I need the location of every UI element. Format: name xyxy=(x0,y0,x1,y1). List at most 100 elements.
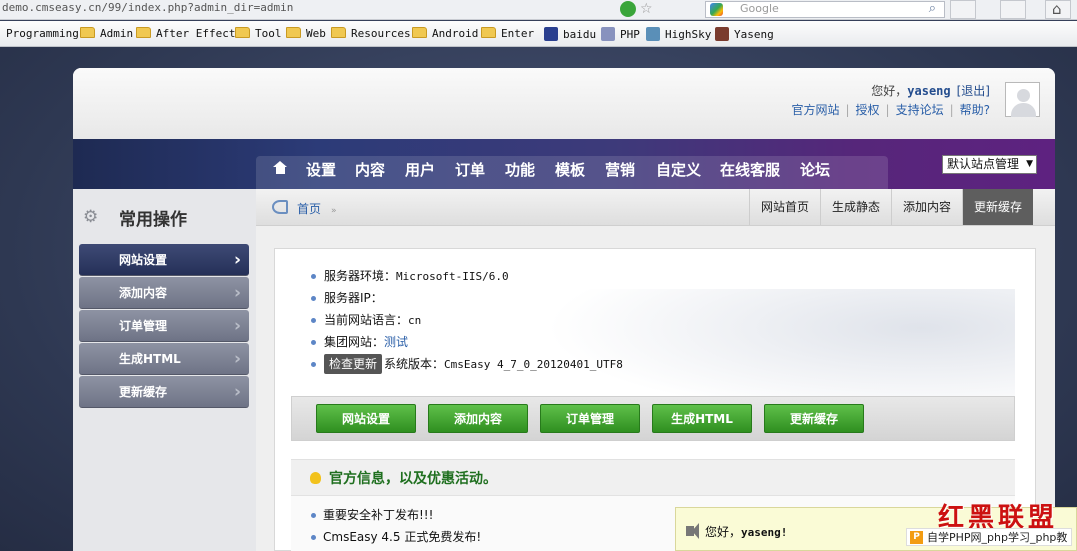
tab-add-content[interactable]: 添加内容 xyxy=(891,189,962,225)
breadcrumb: 首页 » xyxy=(297,200,337,217)
greeting-text: 您好， xyxy=(871,84,908,98)
nav-item-orders[interactable]: 订单 xyxy=(455,159,485,180)
tab-update-cache[interactable]: 更新缓存 xyxy=(962,189,1033,225)
official-site-link[interactable]: 官方网站 xyxy=(791,103,839,117)
admin-top-bar: 您好，yaseng [退出] 官方网站 | 授权 | 支持论坛 | 帮助? xyxy=(73,68,1055,139)
sidebar-item-label: 更新缓存 xyxy=(119,385,168,399)
google-icon xyxy=(710,3,723,16)
sidebar-item-orders[interactable]: 订单管理 › xyxy=(79,310,249,342)
bookmark-item[interactable]: Resources xyxy=(331,27,411,40)
sidebar-item-update-cache[interactable]: 更新缓存 › xyxy=(79,376,249,408)
home-icon[interactable] xyxy=(1045,0,1071,19)
go-icon[interactable] xyxy=(620,1,636,17)
folder-icon xyxy=(481,27,496,38)
breadcrumb-home-link[interactable]: 首页 xyxy=(297,202,321,216)
nav-item-custom[interactable]: 自定义 xyxy=(656,159,701,180)
bookmark-item[interactable]: PHP xyxy=(601,27,640,41)
add-content-button[interactable]: 添加内容 xyxy=(428,404,528,433)
user-greeting: 您好，yaseng [退出] xyxy=(871,82,990,99)
sidebar-item-generate-html[interactable]: 生成HTML › xyxy=(79,343,249,375)
check-update-button[interactable]: 检查更新 xyxy=(324,354,383,374)
username: yaseng xyxy=(907,84,951,98)
group-site-link[interactable]: 测试 xyxy=(384,335,408,349)
news-title: 官方信息，以及优惠活动。 xyxy=(329,471,497,487)
sidebar-item-label: 订单管理 xyxy=(119,319,168,333)
sidebar-item-label: 添加内容 xyxy=(119,286,168,300)
extension-icon[interactable] xyxy=(1000,0,1026,19)
bookmark-star-icon[interactable]: ☆ xyxy=(640,1,656,17)
home-icon[interactable] xyxy=(273,161,288,174)
nav-item-online-service[interactable]: 在线客服 xyxy=(720,159,780,180)
content-area: 服务器环境：Microsoft-IIS/6.0 服务器IP： 当前网站语言：cn… xyxy=(274,248,1036,551)
chevron-right-icon: › xyxy=(233,382,241,402)
browser-url-bar: demo.cmseasy.cn/99/index.php?admin_dir=a… xyxy=(0,0,1077,20)
top-links: 官方网站 | 授权 | 支持论坛 | 帮助? xyxy=(791,103,990,117)
list-item: 检查更新 系统版本：CmsEasy 4_7_0_20120401_UTF8 xyxy=(308,353,623,375)
sidebar-item-label: 网站设置 xyxy=(119,253,168,267)
update-cache-button[interactable]: 更新缓存 xyxy=(764,404,864,433)
sidebar-title: 常用操作 xyxy=(119,210,187,230)
bookmark-item[interactable]: Enter xyxy=(481,27,534,40)
help-link[interactable]: 帮助? xyxy=(960,103,990,117)
bookmark-item[interactable]: HighSky xyxy=(646,27,711,41)
tab-generate-static[interactable]: 生成静态 xyxy=(820,189,891,225)
logout-link[interactable]: [退出] xyxy=(957,84,990,98)
sidebar: 常用操作 网站设置 › 添加内容 › 订单管理 › 生成HTML › 更新缓存 … xyxy=(73,189,256,551)
folder-icon xyxy=(412,27,427,38)
gears-icon xyxy=(83,207,103,227)
bookmark-item[interactable]: Programming xyxy=(6,27,79,40)
php-icon xyxy=(601,27,615,41)
chevron-right-icon: › xyxy=(233,250,241,270)
lightbulb-icon xyxy=(310,472,321,484)
system-info-list: 服务器环境：Microsoft-IIS/6.0 服务器IP： 当前网站语言：cn… xyxy=(308,265,623,375)
bookmarks-bar: Programming Admin After Effect Tool Web … xyxy=(0,21,1077,47)
list-item: 集团网站：测试 xyxy=(308,331,623,353)
sidebar-item-label: 生成HTML xyxy=(119,352,181,366)
news-list: 重要安全补丁发布!!! CmsEasy 4.5 正式免费发布! xyxy=(308,504,481,548)
orders-button[interactable]: 订单管理 xyxy=(540,404,640,433)
generate-html-button[interactable]: 生成HTML xyxy=(652,404,752,433)
site-select[interactable]: 默认站点管理 ▼ xyxy=(942,155,1037,174)
bookmark-item[interactable]: Admin xyxy=(80,27,133,40)
watermark-site: 自学PHP网_php学习_php教 xyxy=(906,528,1073,546)
nav-item-users[interactable]: 用户 xyxy=(405,159,435,180)
nav-item-forum[interactable]: 论坛 xyxy=(800,159,830,180)
yaseng-icon xyxy=(715,27,729,41)
list-item: 服务器IP： xyxy=(308,287,623,309)
address-text[interactable]: demo.cmseasy.cn/99/index.php?admin_dir=a… xyxy=(2,1,293,14)
chevron-right-icon: › xyxy=(233,349,241,369)
bookmark-item[interactable]: Android xyxy=(412,27,478,40)
nav-item-marketing[interactable]: 营销 xyxy=(605,159,635,180)
bookmark-item[interactable]: After Effect xyxy=(136,27,235,40)
chevron-right-icon: › xyxy=(233,316,241,336)
back-arrow-icon xyxy=(272,200,288,214)
folder-icon xyxy=(331,27,346,38)
nav-item-content[interactable]: 内容 xyxy=(355,159,385,180)
breadcrumb-bar: 首页 » 网站首页 生成静态 添加内容 更新缓存 xyxy=(256,189,1055,226)
bookmark-item[interactable]: Tool xyxy=(235,27,282,40)
search-box[interactable]: Google ⌕ xyxy=(705,1,945,18)
magnifier-icon[interactable]: ⌕ xyxy=(929,1,936,16)
news-item[interactable]: 重要安全补丁发布!!! xyxy=(308,504,481,526)
highsky-icon xyxy=(646,27,660,41)
sidebar-item-add-content[interactable]: 添加内容 › xyxy=(79,277,249,309)
site-select-value: 默认站点管理 xyxy=(947,157,1020,171)
license-link[interactable]: 授权 xyxy=(856,103,880,117)
tab-site-home[interactable]: 网站首页 xyxy=(749,189,820,225)
bookmark-item[interactable]: baidu xyxy=(544,27,596,41)
folder-icon xyxy=(235,27,250,38)
forum-link[interactable]: 支持论坛 xyxy=(896,103,944,117)
sidebar-item-site-settings[interactable]: 网站设置 › xyxy=(79,244,249,276)
bookmark-item[interactable]: Web xyxy=(286,27,326,40)
bookmark-item[interactable]: Yaseng xyxy=(715,27,774,41)
cms-panel: 您好，yaseng [退出] 官方网站 | 授权 | 支持论坛 | 帮助? 设置 内容 用户 … xyxy=(73,68,1055,551)
tools-icon[interactable] xyxy=(950,0,976,19)
nav-item-settings[interactable]: 设置 xyxy=(306,159,336,180)
news-item[interactable]: CmsEasy 4.5 正式免费发布! xyxy=(308,526,481,548)
nav-item-functions[interactable]: 功能 xyxy=(505,159,535,180)
avatar[interactable] xyxy=(1005,82,1040,117)
chevron-down-icon: ▼ xyxy=(1026,159,1033,169)
nav-item-templates[interactable]: 模板 xyxy=(555,159,585,180)
site-settings-button[interactable]: 网站设置 xyxy=(316,404,416,433)
popup-text: 您好，yaseng! xyxy=(705,525,788,539)
